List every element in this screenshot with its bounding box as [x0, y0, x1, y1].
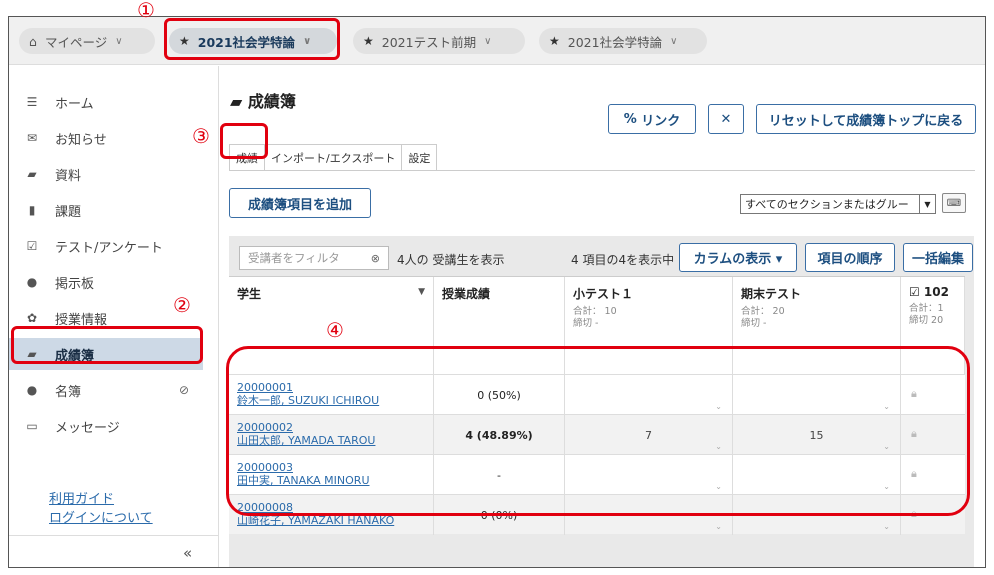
annotation-number-3: ③	[192, 124, 210, 148]
tab-import-export[interactable]: インポート/エクスポート	[264, 144, 403, 170]
annotation-number-4: ④	[326, 318, 344, 342]
collapse-sidebar-icon[interactable]: «	[183, 544, 192, 562]
chat-icon: ●	[26, 275, 38, 289]
expand-icon: ✕	[720, 111, 732, 127]
bulk-edit-button[interactable]: 一括編集	[903, 243, 973, 272]
star-icon: ★	[363, 34, 374, 48]
list-icon: ☰	[26, 95, 38, 109]
folder-icon: ▰	[27, 167, 37, 181]
chevron-down-icon: ∨	[484, 35, 492, 47]
add-gradebook-item-button[interactable]: 成績簿項目を追加	[229, 188, 371, 218]
sidebar-item-messages[interactable]: ▭ メッセージ	[9, 410, 203, 442]
link-button[interactable]: % リンク	[608, 104, 696, 134]
column-visibility-button[interactable]: カラムの表示 ▾	[679, 243, 797, 272]
sidebar-item-roster[interactable]: ● 名簿 ⊘	[9, 374, 203, 406]
sidebar-item-tests[interactable]: ☑ テスト/アンケート	[9, 230, 203, 262]
sidebar-item-home[interactable]: ☰ ホーム	[9, 86, 203, 118]
sidebar-item-announcements[interactable]: ✉ お知らせ	[9, 122, 203, 154]
sort-icon[interactable]: ▼	[418, 287, 425, 297]
page-title: ▰ 成績簿	[230, 92, 296, 111]
star-icon: ★	[549, 34, 560, 48]
annotation-number-1: ①	[137, 0, 155, 22]
dropdown-arrow-icon: ▼	[919, 195, 935, 213]
cell-menu-icon[interactable]: ⌄	[715, 522, 722, 531]
users-icon: ●	[26, 383, 38, 397]
keyboard-icon[interactable]: ⌨	[942, 193, 966, 213]
section-select[interactable]: すべてのセクションまたはグルー ▼	[740, 194, 936, 214]
items-shown-text: 4 項目の4を表示中	[571, 253, 675, 267]
sidebar-item-assignments[interactable]: ▮ 課題	[9, 194, 203, 226]
annotation-box-1	[164, 18, 340, 60]
inbox-icon: ▭	[26, 419, 38, 433]
sidebar: ☰ ホーム ✉ お知らせ ▰ 資料 ▮ 課題 ☑ テスト/アンケート ● 掲示板…	[9, 66, 219, 567]
tabs-divider	[229, 170, 975, 171]
sidebar-item-resources[interactable]: ▰ 資料	[9, 158, 203, 190]
student-filter-input[interactable]: 受講者をフィルタ ⊗	[239, 246, 389, 270]
annotation-box-3	[220, 123, 268, 159]
link-icon: %	[623, 111, 637, 127]
site-tab-mypage[interactable]: ⌂ マイページ ∨	[19, 28, 155, 54]
user-guide-link[interactable]: 利用ガイド	[49, 490, 153, 509]
fullscreen-button[interactable]: ✕	[708, 104, 744, 134]
chevron-down-icon: ∨	[115, 35, 123, 47]
item-order-button[interactable]: 項目の順序	[805, 243, 895, 272]
annotation-box-4	[226, 346, 970, 516]
book-icon: ▰	[230, 92, 243, 111]
site-tab-test[interactable]: ★ 2021テスト前期 ∨	[353, 28, 525, 54]
megaphone-icon: ✉	[26, 131, 38, 145]
sidebar-links: 利用ガイド ログインについて	[49, 490, 153, 528]
tab-settings[interactable]: 設定	[401, 144, 438, 170]
clear-filter-icon[interactable]: ⊗	[371, 252, 380, 265]
site-nav-bar: ⌂ マイページ ∨ ★ 2021社会学特論 ∨ ★ 2021テスト前期 ∨ ★ …	[9, 17, 985, 65]
checkbox-icon: ☑	[26, 239, 38, 253]
annotation-number-2: ②	[173, 293, 191, 317]
annotation-box-2	[11, 326, 203, 364]
students-shown-text: 4人の 受講生を表示	[397, 253, 505, 267]
cell-menu-icon[interactable]: ⌄	[883, 522, 890, 531]
chevron-down-icon: ∨	[670, 35, 678, 47]
site-tab-sociology[interactable]: ★ 2021社会学特論 ∨	[539, 28, 707, 54]
eye-slash-icon[interactable]: ⊘	[179, 383, 189, 397]
sidebar-divider	[9, 535, 218, 536]
login-help-link[interactable]: ログインについて	[49, 509, 153, 528]
file-icon: ▮	[28, 203, 36, 217]
reset-gradebook-button[interactable]: リセットして成績簿トップに戻る	[756, 104, 976, 134]
gear-icon: ✿	[26, 311, 38, 325]
home-icon: ⌂	[29, 33, 37, 49]
